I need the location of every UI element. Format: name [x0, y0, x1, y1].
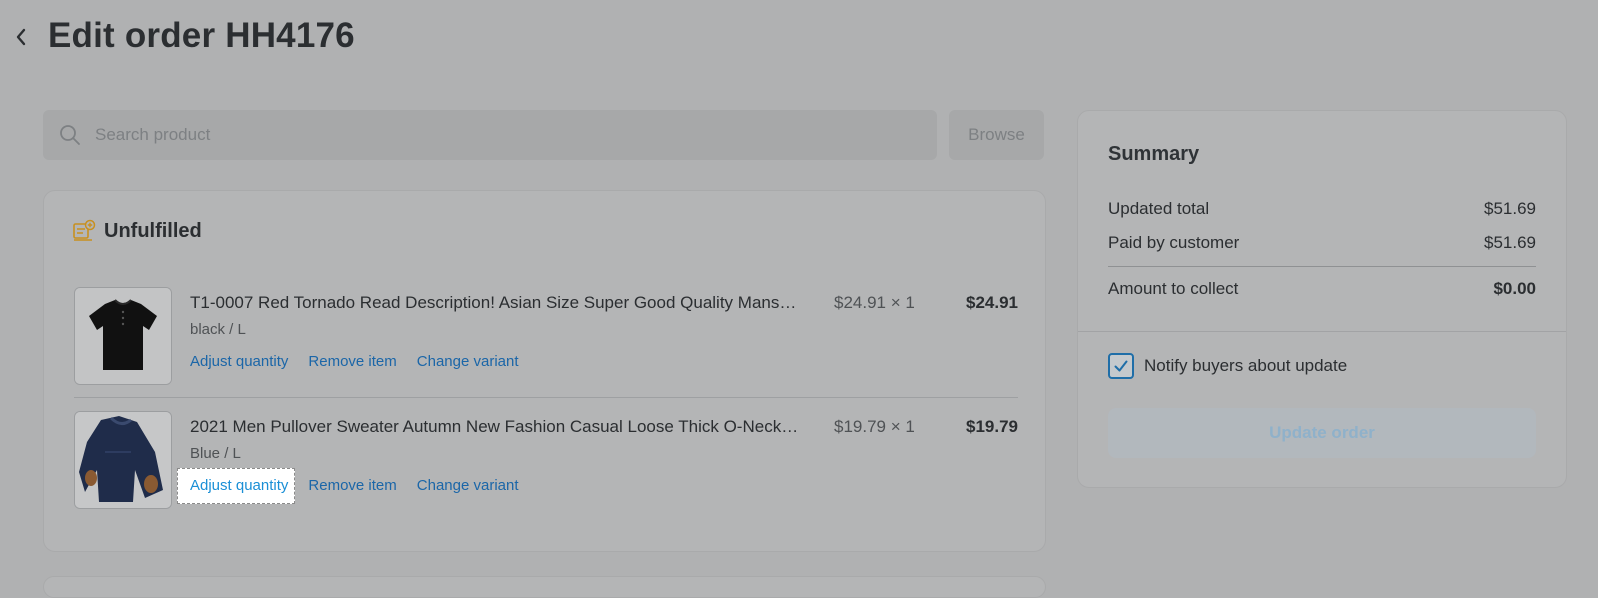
line-item: T1-0007 Red Tornado Read Description! As…: [74, 287, 1018, 387]
summary-separator: [1078, 331, 1566, 332]
product-variant: black / L: [190, 321, 246, 338]
unfulfilled-icon: [73, 219, 96, 241]
page-title: Edit order HH4176: [48, 16, 355, 55]
chevron-left-icon: [16, 28, 26, 46]
product-variant: Blue / L: [190, 445, 241, 462]
line-total: $24.91: [966, 293, 1018, 312]
collect-value: $0.00: [1493, 279, 1536, 298]
unit-price-quantity: $19.79 × 1: [834, 417, 915, 436]
line-item: 2021 Men Pullover Sweater Autumn New Fas…: [74, 411, 1018, 511]
checkmark-icon: [1114, 360, 1128, 372]
line-total: $19.79: [966, 417, 1018, 436]
remove-item-link[interactable]: Remove item: [308, 477, 396, 495]
paid-label: Paid by customer: [1108, 233, 1240, 252]
product-image: [74, 411, 172, 509]
change-variant-link[interactable]: Change variant: [417, 477, 519, 495]
item-actions: Adjust quantity Remove item Change varia…: [177, 468, 519, 504]
summary-divider: [1108, 266, 1536, 267]
notify-checkbox[interactable]: [1108, 353, 1134, 379]
collect-label: Amount to collect: [1108, 279, 1239, 298]
paid-row: Paid by customer $51.69: [1108, 233, 1536, 253]
next-card: [43, 576, 1046, 598]
section-title: Unfulfilled: [104, 219, 202, 242]
adjust-quantity-link[interactable]: Adjust quantity: [190, 477, 288, 494]
adjust-quantity-link[interactable]: Adjust quantity: [190, 353, 288, 370]
product-image: [74, 287, 172, 385]
browse-button[interactable]: Browse: [949, 110, 1044, 160]
section-header: Unfulfilled: [72, 219, 202, 243]
notify-option[interactable]: Notify buyers about update: [1108, 353, 1347, 379]
update-order-button[interactable]: Update order: [1108, 408, 1536, 458]
summary-title: Summary: [1108, 143, 1200, 165]
focused-link-wrapper: Adjust quantity: [177, 468, 295, 504]
page-header: Edit order HH4176: [0, 0, 1598, 76]
paid-value: $51.69: [1484, 233, 1536, 252]
unit-price-quantity: $24.91 × 1: [834, 293, 915, 312]
product-name: T1-0007 Red Tornado Read Description! As…: [190, 293, 797, 312]
search-icon: [57, 122, 83, 148]
product-search: [43, 110, 937, 160]
item-actions: Adjust quantity Remove item Change varia…: [190, 353, 519, 370]
updated-total-label: Updated total: [1108, 199, 1210, 218]
unfulfilled-card: Unfulfilled T1-0007 Red Tornado Read Des…: [43, 190, 1046, 552]
product-name: 2021 Men Pullover Sweater Autumn New Fas…: [190, 417, 799, 436]
summary-card: Summary Updated total $51.69 Paid by cus…: [1077, 110, 1567, 488]
updated-total-row: Updated total $51.69: [1108, 199, 1536, 219]
notify-label: Notify buyers about update: [1144, 356, 1348, 375]
back-button[interactable]: [8, 20, 34, 54]
item-divider: [74, 397, 1018, 398]
amount-to-collect-row: Amount to collect $0.00: [1108, 279, 1536, 299]
search-input[interactable]: [93, 124, 877, 146]
remove-item-link[interactable]: Remove item: [308, 353, 396, 370]
updated-total-value: $51.69: [1484, 199, 1536, 218]
change-variant-link[interactable]: Change variant: [417, 353, 519, 370]
